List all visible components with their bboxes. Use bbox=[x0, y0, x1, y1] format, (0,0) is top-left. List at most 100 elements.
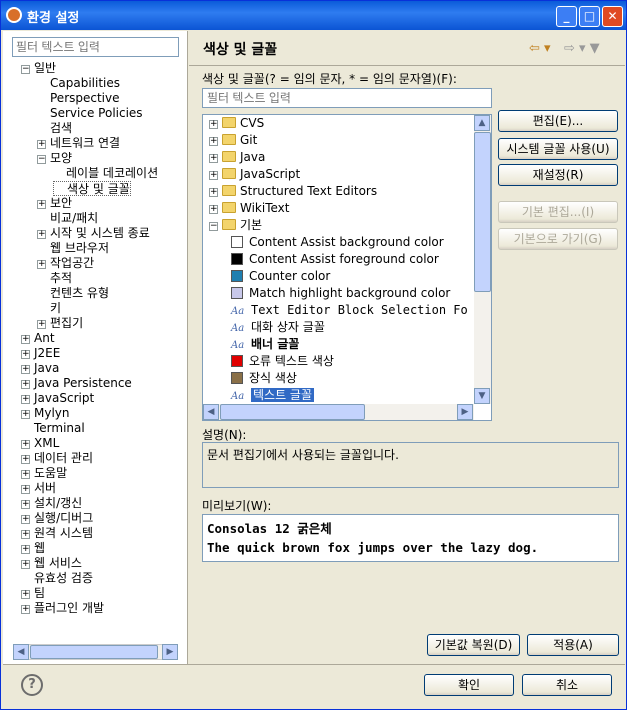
tree-item[interactable]: + 편집기 bbox=[37, 316, 83, 331]
expand-icon[interactable]: + bbox=[21, 440, 30, 449]
expand-icon[interactable]: + bbox=[21, 500, 30, 509]
expand-icon[interactable]: + bbox=[21, 590, 30, 599]
tree-item[interactable]: 색상 및 글꼴 bbox=[53, 181, 131, 196]
ok-button[interactable]: 확인 bbox=[424, 674, 514, 696]
expand-icon[interactable]: + bbox=[21, 515, 30, 524]
expand-icon[interactable]: + bbox=[21, 410, 30, 419]
vscroll-thumb[interactable] bbox=[474, 132, 491, 292]
collapse-icon[interactable]: − bbox=[209, 222, 218, 231]
expand-icon[interactable]: + bbox=[21, 395, 30, 404]
category-item[interactable]: + Java bbox=[209, 149, 265, 166]
tree-item[interactable]: 검색 bbox=[37, 121, 72, 136]
font-item[interactable]: Aa Text Editor Block Selection Fo bbox=[231, 302, 468, 319]
expand-icon[interactable]: + bbox=[209, 120, 218, 129]
cancel-button[interactable]: 취소 bbox=[522, 674, 612, 696]
expand-icon[interactable]: + bbox=[209, 188, 218, 197]
scroll-down-icon[interactable]: ▼ bbox=[474, 388, 490, 404]
expand-icon[interactable]: + bbox=[37, 260, 46, 269]
color-item[interactable]: Content Assist foreground color bbox=[231, 251, 439, 268]
tree-item[interactable]: 비교/패치 bbox=[37, 211, 98, 226]
expand-icon[interactable]: + bbox=[37, 320, 46, 329]
color-item[interactable]: Match highlight background color bbox=[231, 285, 450, 302]
tree-item[interactable]: Terminal bbox=[21, 421, 85, 436]
scroll-left-icon[interactable]: ◀ bbox=[13, 644, 29, 660]
tree-item[interactable]: + Java bbox=[21, 361, 59, 376]
tree-item[interactable]: + 팀 bbox=[21, 586, 45, 601]
expand-icon[interactable]: + bbox=[21, 545, 30, 554]
edit-default-button[interactable]: 기본 편집...(I) bbox=[498, 201, 618, 223]
colors-filter-input[interactable] bbox=[202, 88, 492, 108]
font-item[interactable]: Aa 배너 글꼴 bbox=[231, 336, 299, 353]
expand-icon[interactable]: + bbox=[21, 605, 30, 614]
category-item[interactable]: + CVS bbox=[209, 115, 264, 132]
font-item[interactable]: Aa 대화 상자 글꼴 bbox=[231, 319, 325, 336]
back-icon[interactable]: ⇦ ▾ bbox=[529, 41, 551, 56]
expand-icon[interactable]: + bbox=[21, 455, 30, 464]
title-bar[interactable]: 환경 설정 _ □ ✕ bbox=[1, 1, 626, 30]
maximize-button[interactable]: □ bbox=[579, 6, 600, 27]
expand-icon[interactable]: + bbox=[37, 230, 46, 239]
tree-item[interactable]: + 서버 bbox=[21, 481, 56, 496]
tree-item[interactable]: + 원격 시스템 bbox=[21, 526, 93, 541]
expand-icon[interactable]: + bbox=[209, 205, 218, 214]
tree-item[interactable]: Perspective bbox=[37, 91, 120, 106]
expand-icon[interactable]: + bbox=[21, 530, 30, 539]
use-system-font-button[interactable]: 시스템 글꼴 사용(U) bbox=[498, 138, 618, 160]
tree-item[interactable]: + XML bbox=[21, 436, 59, 451]
minimize-button[interactable]: _ bbox=[556, 6, 577, 27]
expand-icon[interactable]: + bbox=[21, 560, 30, 569]
scroll-up-icon[interactable]: ▲ bbox=[474, 115, 490, 131]
scroll-thumb[interactable] bbox=[30, 645, 158, 659]
tree-item[interactable]: + Ant bbox=[21, 331, 55, 346]
tree-item[interactable]: + 웹 bbox=[21, 541, 45, 556]
apply-button[interactable]: 적용(A) bbox=[527, 634, 619, 656]
tree-item[interactable]: + 보안 bbox=[37, 196, 72, 211]
category-item[interactable]: + Git bbox=[209, 132, 257, 149]
category-item[interactable]: + Structured Text Editors bbox=[209, 183, 377, 200]
go-to-default-button[interactable]: 기본으로 가기(G) bbox=[498, 228, 618, 250]
tree-item[interactable]: + 실행/디버그 bbox=[21, 511, 93, 526]
expand-icon[interactable]: + bbox=[37, 200, 46, 209]
tree-item[interactable]: + J2EE bbox=[21, 346, 60, 361]
tree-item[interactable]: + JavaScript bbox=[21, 391, 94, 406]
edit-button[interactable]: 편집(E)... bbox=[498, 110, 618, 132]
collapse-icon[interactable]: − bbox=[37, 155, 46, 164]
tree-item[interactable]: + 작업공간 bbox=[37, 256, 94, 271]
collapse-icon[interactable]: − bbox=[21, 65, 30, 74]
close-button[interactable]: ✕ bbox=[602, 6, 623, 27]
forward-icon[interactable]: ⇨ ▾ ▼ bbox=[564, 41, 600, 56]
tree-item[interactable]: + 설치/갱신 bbox=[21, 496, 82, 511]
tree-item[interactable]: + 웹 서비스 bbox=[21, 556, 82, 571]
tree-item[interactable]: 유효성 검증 bbox=[21, 571, 93, 586]
tree-item[interactable]: − 모양 bbox=[37, 151, 72, 166]
hscroll-right-icon[interactable]: ▶ bbox=[457, 404, 473, 420]
expand-icon[interactable]: + bbox=[21, 335, 30, 344]
category-item[interactable]: + JavaScript bbox=[209, 166, 300, 183]
font-item[interactable]: Aa 텍스트 글꼴 bbox=[231, 387, 315, 404]
nav-horizontal-scrollbar[interactable]: ◀ ▶ bbox=[13, 644, 178, 660]
tree-item[interactable]: + 네트워크 연결 bbox=[37, 136, 120, 151]
reset-button[interactable]: 재설정(R) bbox=[498, 164, 618, 186]
tree-item[interactable]: 레이블 데코레이션 bbox=[53, 166, 158, 181]
expand-icon[interactable]: + bbox=[209, 154, 218, 163]
hscroll-left-icon[interactable]: ◀ bbox=[203, 404, 219, 420]
tree-item[interactable]: + 도움말 bbox=[21, 466, 67, 481]
tree-item[interactable]: + 시작 및 시스템 종료 bbox=[37, 226, 150, 241]
category-item[interactable]: + WikiText bbox=[209, 200, 290, 217]
expand-icon[interactable]: + bbox=[209, 171, 218, 180]
color-item[interactable]: Counter color bbox=[231, 268, 330, 285]
expand-icon[interactable]: + bbox=[21, 485, 30, 494]
tree-item[interactable]: 웹 브라우저 bbox=[37, 241, 109, 256]
tree-item[interactable]: 키 bbox=[37, 301, 61, 316]
tree-item[interactable]: + 데이터 관리 bbox=[21, 451, 93, 466]
tree-item[interactable]: + Mylyn bbox=[21, 406, 70, 421]
help-icon[interactable]: ? bbox=[21, 674, 43, 696]
color-item[interactable]: 장식 색상 bbox=[231, 370, 297, 387]
tree-item[interactable]: + 플러그인 개발 bbox=[21, 601, 104, 616]
tree-item[interactable]: 추적 bbox=[37, 271, 72, 286]
tree-item[interactable]: Capabilities bbox=[37, 76, 120, 91]
expand-icon[interactable]: + bbox=[21, 470, 30, 479]
expand-icon[interactable]: + bbox=[21, 350, 30, 359]
expand-icon[interactable]: + bbox=[37, 140, 46, 149]
tree-item[interactable]: 컨텐츠 유형 bbox=[37, 286, 109, 301]
